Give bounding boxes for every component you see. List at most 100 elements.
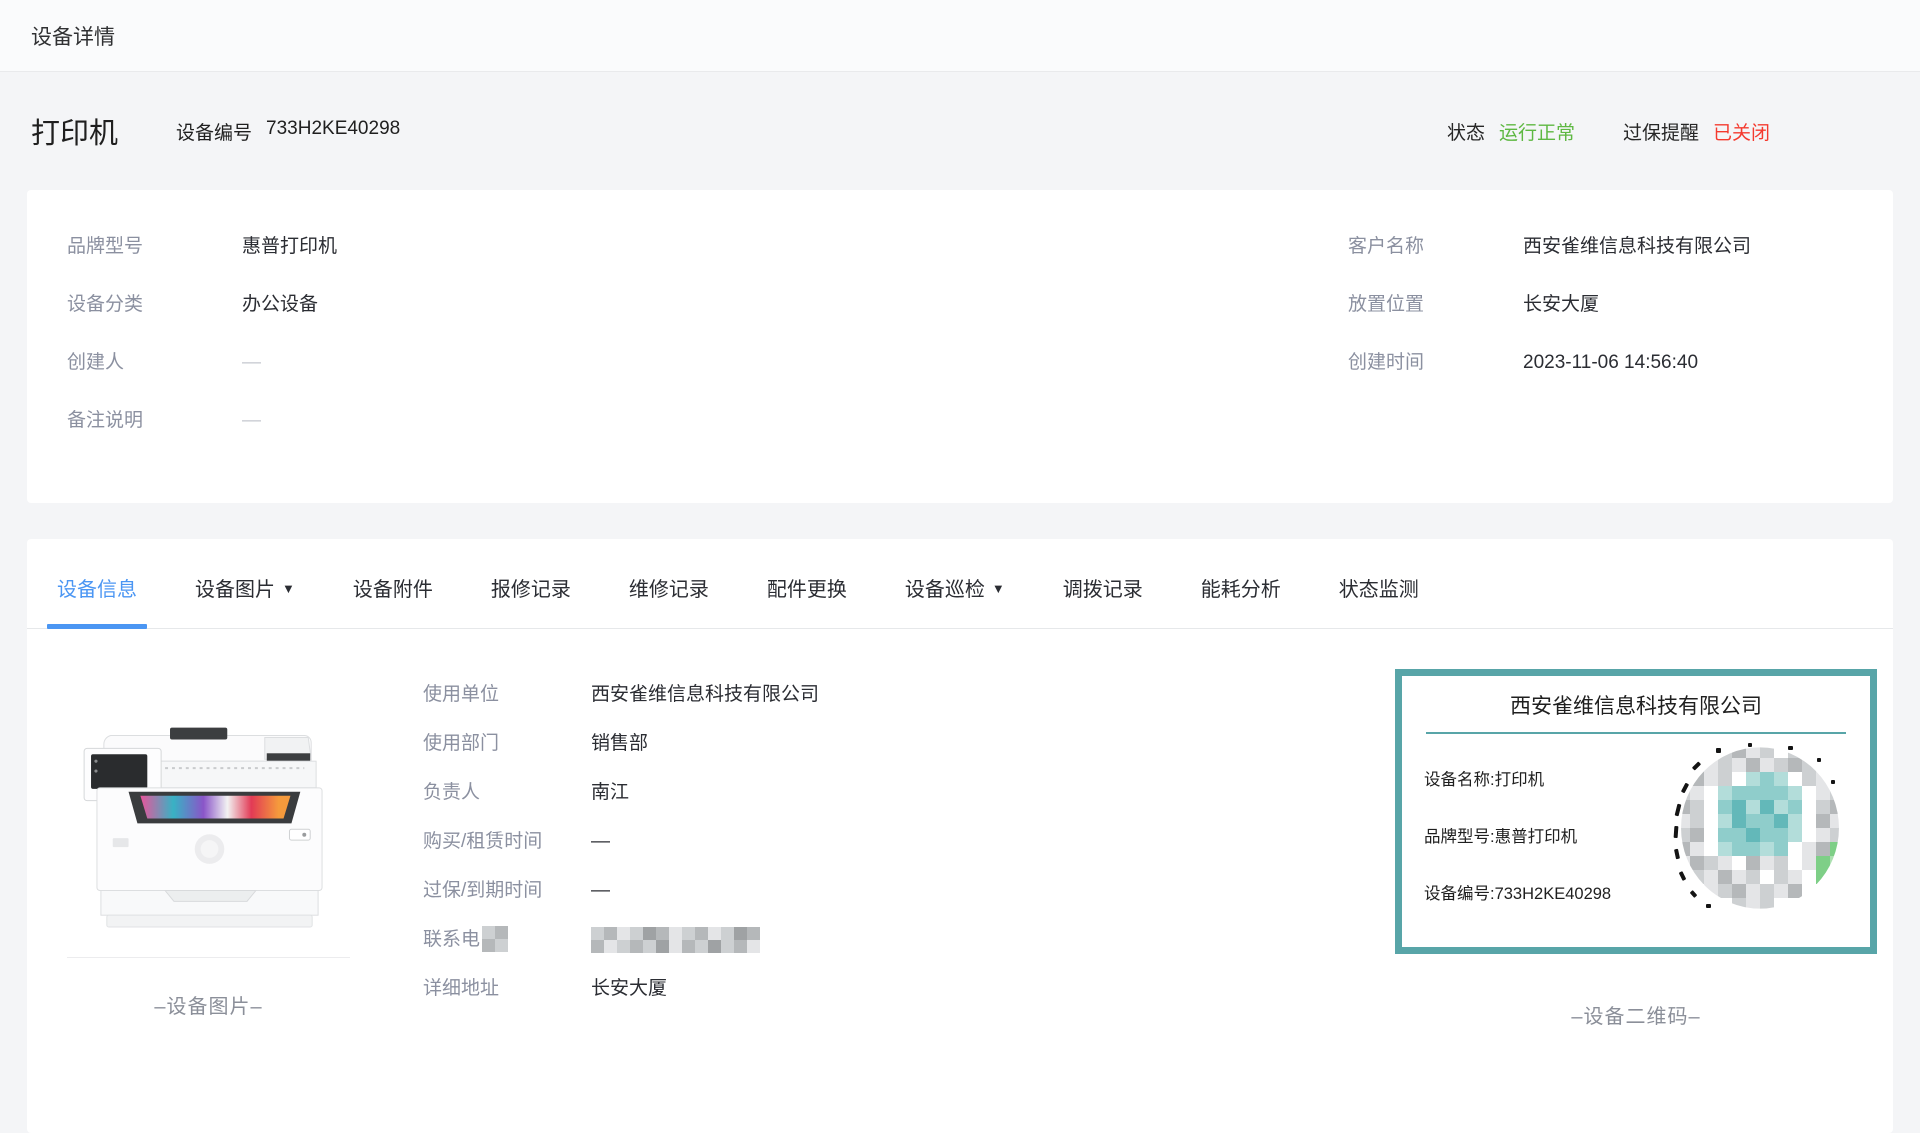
- field-label: 使用单位: [423, 680, 591, 710]
- qr-remnant-mark: [1675, 804, 1682, 817]
- redacted-pixel-block: [482, 926, 516, 954]
- field-value: 长安大厦: [1523, 290, 1599, 319]
- phone-label-text: 联系电: [423, 925, 480, 955]
- field-value: —: [242, 406, 261, 435]
- info-row: 创建人 —: [67, 348, 1348, 377]
- info-row: 放置位置 长安大厦: [1348, 290, 1853, 319]
- warranty-reminder-field: 过保提醒 已关闭: [1623, 118, 1770, 145]
- warranty-reminder-badge: 已关闭: [1713, 118, 1770, 145]
- status-badge: 运行正常: [1499, 118, 1575, 145]
- field-value: 西安雀维信息科技有限公司: [1523, 232, 1751, 261]
- tab-label: 维修记录: [629, 573, 709, 602]
- tab-label: 设备巡检: [905, 573, 985, 602]
- qr-device-number: 设备编号:733H2KE40298: [1424, 880, 1670, 904]
- qr-remnant-mark: [1831, 780, 1835, 784]
- page-title: 设备详情: [31, 21, 115, 51]
- tab-device-inspection[interactable]: 设备巡检 ▼: [905, 573, 1005, 628]
- detail-row: 购买/租赁时间 —: [423, 827, 1395, 857]
- device-photo-printer: [67, 698, 352, 930]
- tab-energy-analysis[interactable]: 能耗分析: [1201, 573, 1281, 628]
- field-label: 购买/租赁时间: [423, 827, 591, 857]
- qr-remnant-mark: [1690, 890, 1698, 898]
- detail-row: 详细地址 长安大厦: [423, 974, 1395, 1004]
- field-label: 负责人: [423, 778, 591, 808]
- device-info-card: 品牌型号 惠普打印机 设备分类 办公设备 创建人 — 备注说明 — 客户名称 西…: [27, 190, 1893, 503]
- chevron-down-icon: ▼: [282, 582, 295, 595]
- tab-device-images[interactable]: 设备图片 ▼: [195, 573, 295, 628]
- info-row: 客户名称 西安雀维信息科技有限公司: [1348, 232, 1853, 261]
- tab-repair-requests[interactable]: 报修记录: [491, 573, 571, 628]
- field-value: 惠普打印机: [242, 232, 337, 261]
- field-value: 西安雀维信息科技有限公司: [591, 680, 819, 710]
- detail-row: 使用单位 西安雀维信息科技有限公司: [423, 680, 1395, 710]
- tab-label: 配件更换: [767, 573, 847, 602]
- info-row: 创建时间 2023-11-06 14:56:40: [1348, 348, 1853, 377]
- field-label: 联系电: [423, 925, 591, 955]
- qr-remnant-mark: [1788, 746, 1793, 750]
- field-label: 放置位置: [1348, 290, 1523, 319]
- qr-remnant-mark: [1674, 849, 1680, 860]
- image-divider: [67, 957, 350, 958]
- device-detail-card: 设备信息 设备图片 ▼ 设备附件 报修记录 维修记录 配件更换 设备巡检 ▼ 调…: [27, 539, 1893, 1133]
- qr-brand-model: 品牌型号:惠普打印机: [1424, 823, 1670, 847]
- device-name: 打印机: [31, 110, 118, 152]
- device-number-value: 733H2KE40298: [266, 118, 400, 145]
- field-label: 品牌型号: [67, 232, 242, 261]
- field-value: —: [242, 348, 261, 377]
- tab-maintenance-records[interactable]: 维修记录: [629, 573, 709, 628]
- tab-parts-replacement[interactable]: 配件更换: [767, 573, 847, 628]
- field-label: 备注说明: [67, 406, 242, 435]
- tab-label: 报修记录: [491, 573, 571, 602]
- qr-remnant-mark: [1679, 871, 1687, 881]
- qr-divider: [1426, 732, 1846, 734]
- tab-label: 设备图片: [195, 573, 275, 602]
- warranty-reminder-label: 过保提醒: [1623, 118, 1699, 145]
- qr-remnant-mark: [1692, 761, 1701, 770]
- field-value-redacted: [591, 925, 760, 955]
- detail-row: 过保/到期时间 —: [423, 876, 1395, 906]
- field-value: 办公设备: [242, 290, 318, 319]
- qr-remnant-mark: [1674, 826, 1679, 838]
- field-value: 2023-11-06 14:56:40: [1523, 348, 1698, 377]
- field-label: 创建时间: [1348, 348, 1523, 377]
- field-label: 客户名称: [1348, 232, 1523, 261]
- qr-remnant-mark: [1716, 748, 1721, 753]
- field-value: 销售部: [591, 729, 648, 759]
- device-qr-caption: –设备二维码–: [1571, 1000, 1700, 1029]
- chevron-down-icon: ▼: [992, 582, 1005, 595]
- info-row: 设备分类 办公设备: [67, 290, 1348, 319]
- qr-remnant-mark: [1706, 904, 1711, 908]
- status-label: 状态: [1447, 118, 1485, 145]
- qr-code-censored: [1670, 738, 1848, 916]
- qr-remnant-mark: [1748, 743, 1752, 747]
- device-number-label: 设备编号: [176, 118, 252, 145]
- detail-row-phone: 联系电: [423, 925, 1395, 955]
- detail-row: 使用部门 销售部: [423, 729, 1395, 759]
- tab-transfer-records[interactable]: 调拨记录: [1063, 573, 1143, 628]
- field-value: 长安大厦: [591, 974, 667, 1004]
- status-field: 状态 运行正常: [1447, 118, 1575, 145]
- tab-label: 状态监测: [1339, 573, 1419, 602]
- field-label: 使用部门: [423, 729, 591, 759]
- field-value: —: [591, 876, 610, 906]
- field-value: 南江: [591, 778, 629, 808]
- detail-row: 负责人 南江: [423, 778, 1395, 808]
- device-image-caption: –设备图片–: [67, 990, 350, 1019]
- device-info-panel: –设备图片– 使用单位 西安雀维信息科技有限公司 使用部门 销售部 负责人 南江…: [27, 629, 1893, 1029]
- tab-label: 调拨记录: [1063, 573, 1143, 602]
- qr-remnant-mark: [1817, 758, 1821, 762]
- field-value: —: [591, 827, 610, 857]
- device-header: 打印机 设备编号 733H2KE40298 状态 运行正常 过保提醒 已关闭: [0, 72, 1920, 190]
- tab-status-monitoring[interactable]: 状态监测: [1339, 573, 1419, 628]
- field-label: 创建人: [67, 348, 242, 377]
- field-label: 详细地址: [423, 974, 591, 1004]
- info-row: 品牌型号 惠普打印机: [67, 232, 1348, 261]
- qr-device-name: 设备名称:打印机: [1424, 766, 1670, 790]
- tab-label: 设备附件: [353, 573, 433, 602]
- tab-label: 能耗分析: [1201, 573, 1281, 602]
- tab-device-attachments[interactable]: 设备附件: [353, 573, 433, 628]
- qr-remnant-mark: [1681, 783, 1689, 794]
- tab-device-info[interactable]: 设备信息: [57, 573, 137, 628]
- device-number: 设备编号 733H2KE40298: [176, 118, 400, 145]
- qr-company-name: 西安雀维信息科技有限公司: [1424, 684, 1848, 732]
